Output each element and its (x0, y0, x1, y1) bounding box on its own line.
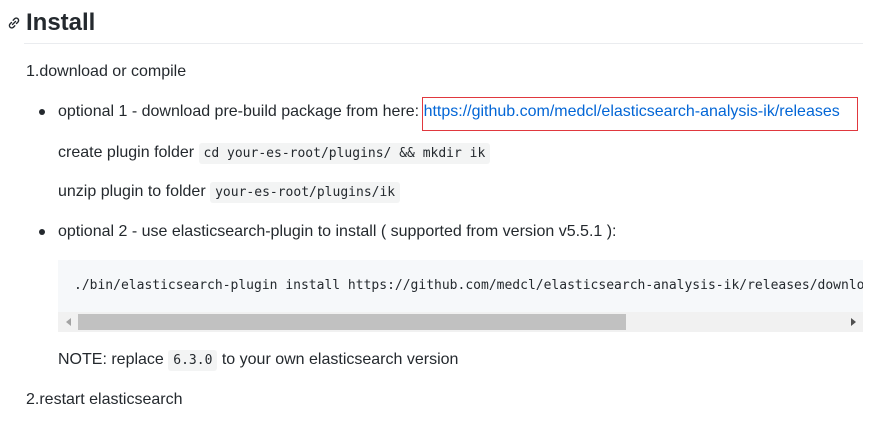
note-suffix: to your own elasticsearch version (221, 351, 459, 368)
unzip-label: unzip plugin to folder (58, 183, 206, 200)
bullet-dot (39, 109, 45, 115)
note-line: NOTE: replace 6.3.0 to your own elastics… (58, 348, 458, 373)
create-folder-code: cd your-es-root/plugins/ && mkdir ik (198, 143, 491, 164)
unzip-code: your-es-root/plugins/ik (210, 182, 401, 203)
scroll-right-arrow[interactable] (843, 312, 863, 332)
step-1-text: 1.download or compile (26, 63, 187, 80)
link-icon[interactable] (6, 15, 22, 31)
heading-divider (24, 43, 863, 44)
create-folder-label: create plugin folder (58, 144, 195, 161)
option-1-text: optional 1 - download pre-build package … (58, 103, 420, 120)
chevron-right-icon (850, 318, 856, 326)
option-2-text: optional 2 - use elasticsearch-plugin to… (58, 223, 617, 240)
create-folder-line: create plugin folder cd your-es-root/plu… (58, 141, 491, 166)
section-heading: Install (6, 6, 95, 40)
scrollbar-thumb[interactable] (78, 314, 626, 330)
code-block: ./bin/elasticsearch-plugin install https… (58, 260, 863, 332)
bullet-dot (39, 229, 45, 235)
note-version-code: 6.3.0 (168, 350, 218, 371)
link-highlight-box (422, 97, 858, 131)
horizontal-scrollbar[interactable] (58, 312, 863, 332)
page-title: Install (26, 9, 96, 36)
scroll-left-arrow[interactable] (58, 312, 78, 332)
note-prefix: NOTE: replace (58, 351, 164, 368)
install-command: ./bin/elasticsearch-plugin install https… (74, 278, 863, 293)
chevron-left-icon (65, 318, 71, 326)
step-2-text: 2.restart elasticsearch (26, 391, 183, 408)
unzip-line: unzip plugin to folder your-es-root/plug… (58, 180, 401, 205)
